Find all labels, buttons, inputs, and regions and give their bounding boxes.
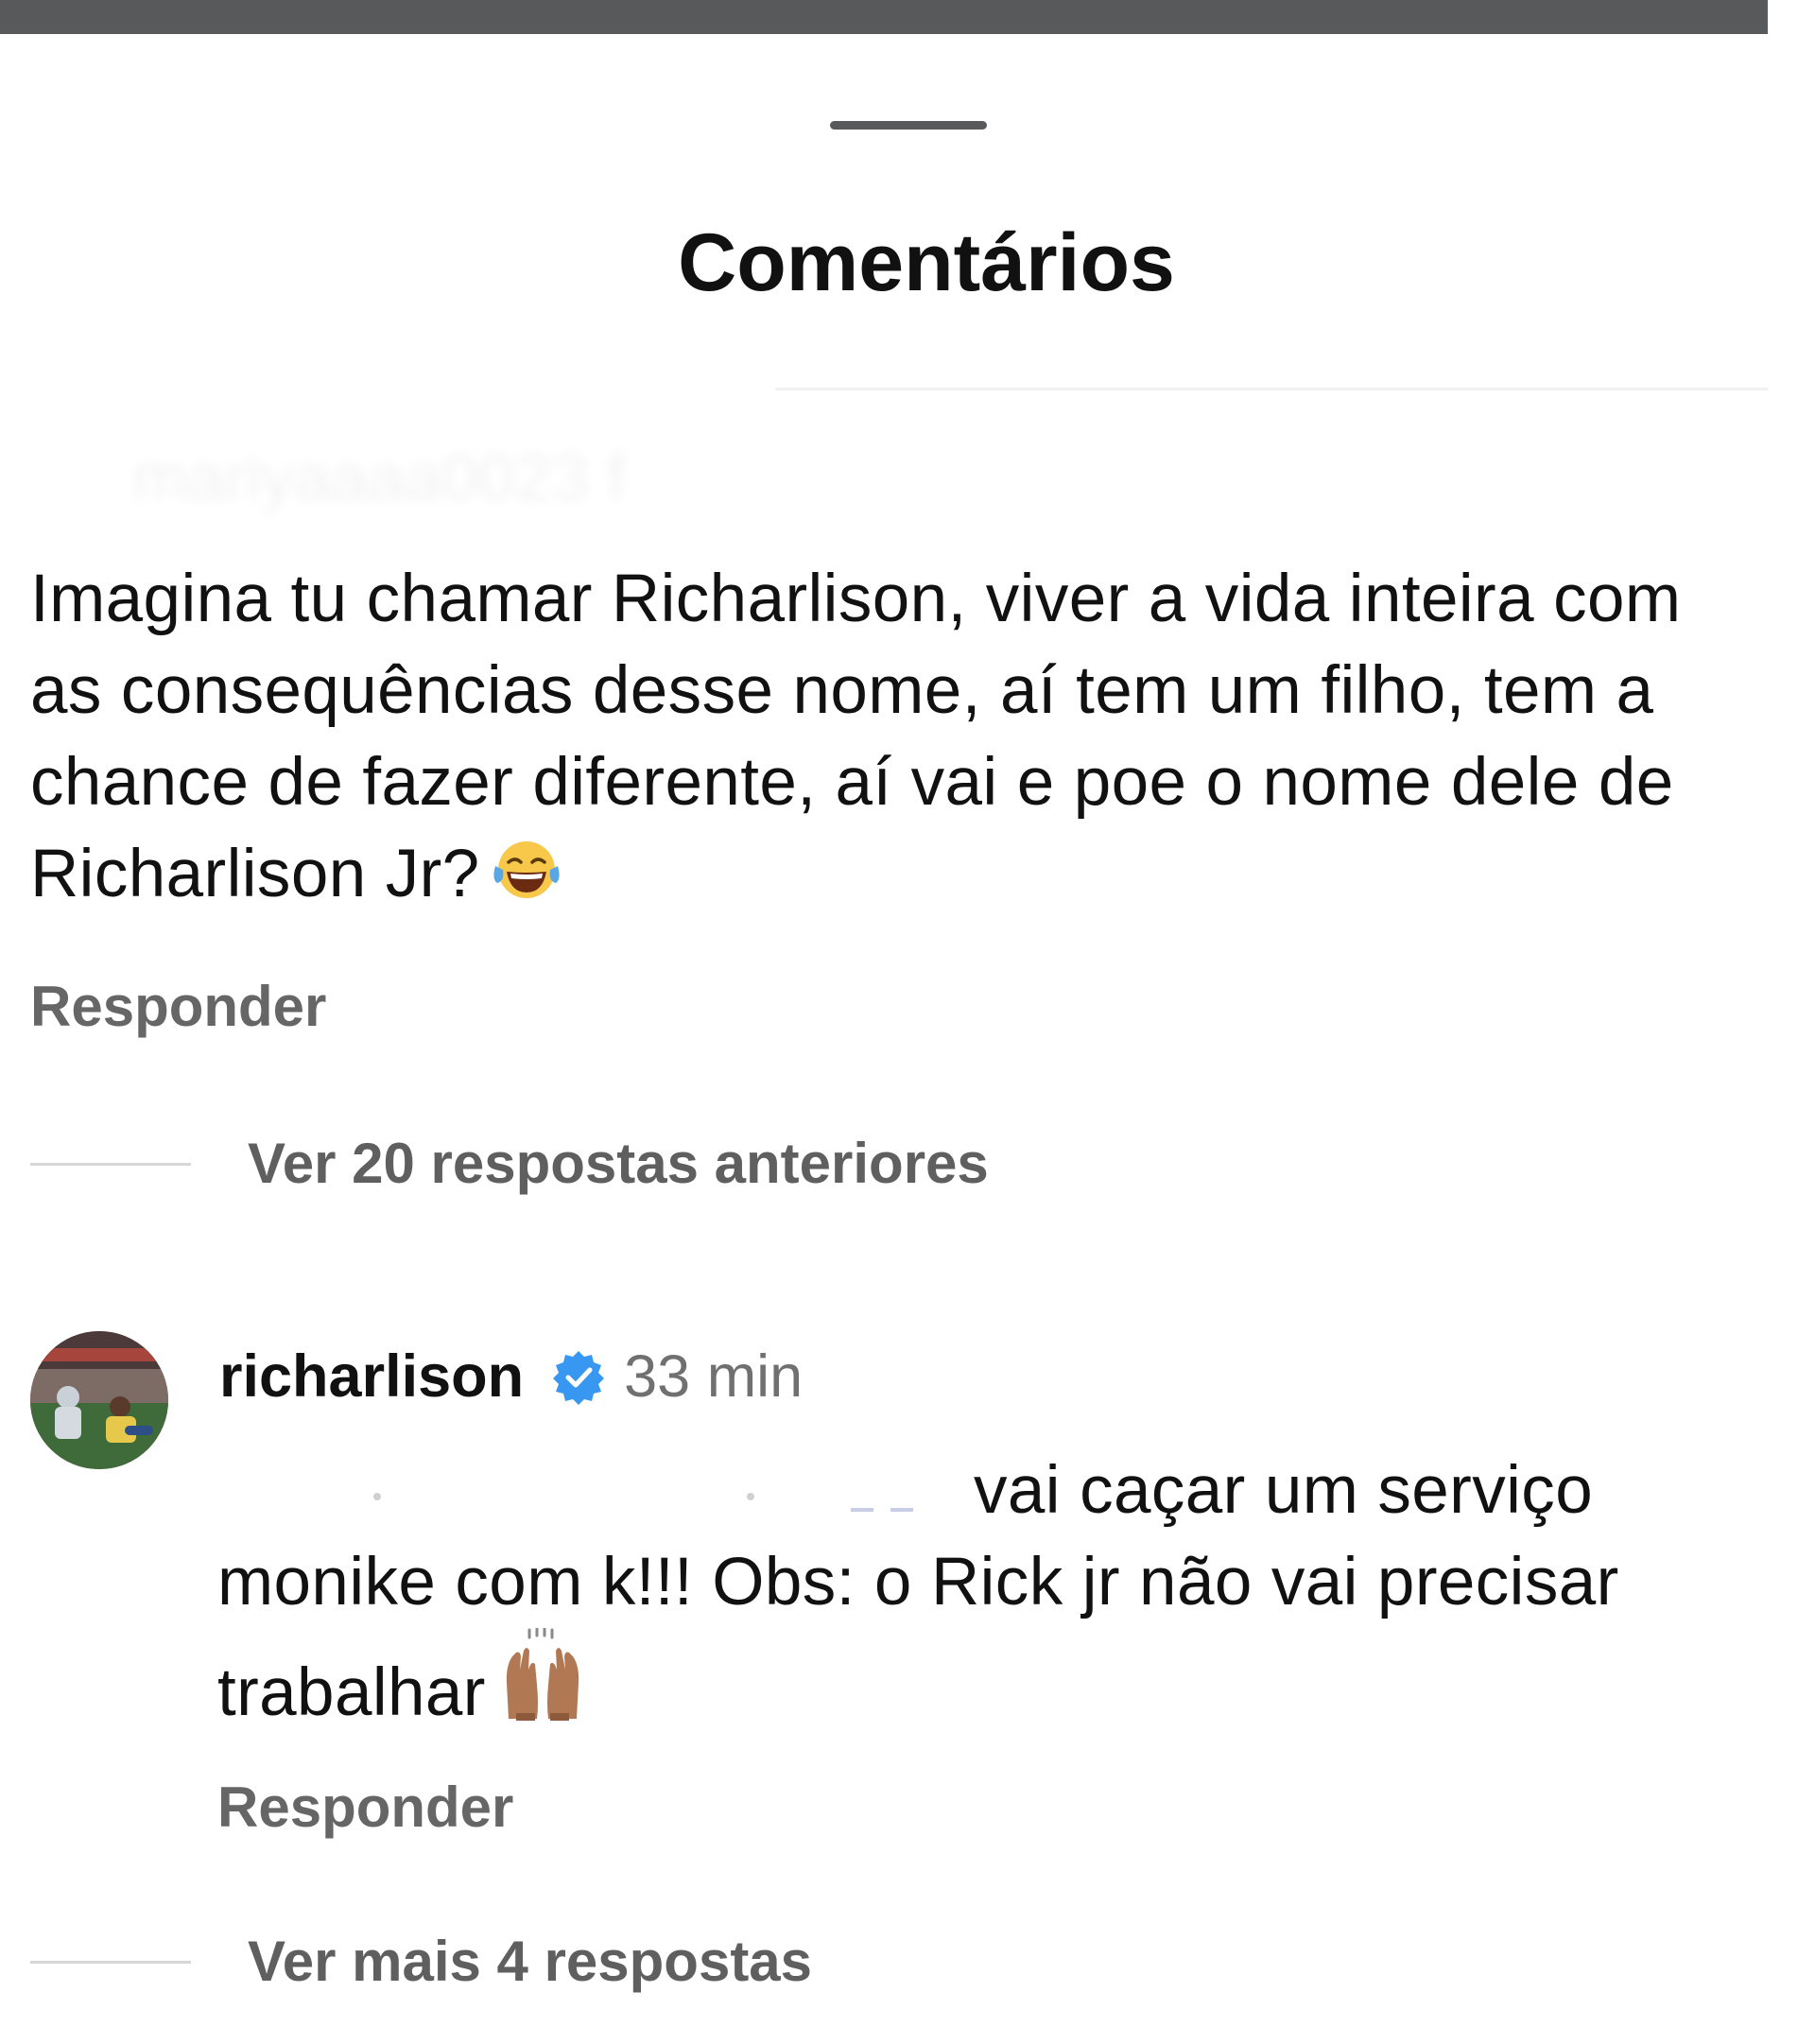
redaction-dot [373, 1493, 381, 1501]
tears-of-joy-emoji [490, 836, 563, 927]
reply-username[interactable]: richarlison [219, 1341, 524, 1412]
reply-body: vai caçar um serviço monike com k!!! Obs… [217, 1445, 1768, 1746]
redaction-dash [890, 1508, 913, 1513]
view-more-replies[interactable]: Ver mais 4 respostas [30, 1929, 812, 1995]
view-more-replies-label[interactable]: Ver mais 4 respostas [248, 1929, 812, 1995]
view-previous-replies-label[interactable]: Ver 20 respostas anteriores [248, 1131, 989, 1197]
header-divider [775, 388, 1768, 390]
view-previous-replies[interactable]: Ver 20 respostas anteriores [30, 1131, 989, 1197]
comment-reply-button[interactable]: Responder [30, 974, 326, 1040]
verified-badge-icon [550, 1348, 607, 1405]
replies-divider-line [30, 1162, 191, 1166]
reply-header: richarlison 33 min [219, 1341, 803, 1412]
reply-timestamp: 33 min [624, 1343, 804, 1410]
comment-text: Imagina tu chamar Richarlison, viver a v… [30, 562, 1682, 911]
comment-body: Imagina tu chamar Richarlison, viver a v… [30, 553, 1751, 927]
reply-reply-button[interactable]: Responder [217, 1775, 513, 1841]
redaction-dash [851, 1508, 873, 1513]
redaction-dot [747, 1493, 754, 1501]
comment-username[interactable]: mariyaaaa0023 f [132, 440, 625, 515]
sheet-title: Comentários [678, 217, 1175, 308]
raising-hands-emoji [495, 1626, 590, 1746]
avatar[interactable] [30, 1331, 168, 1469]
replies-divider-line [30, 1960, 191, 1964]
drag-handle[interactable] [830, 121, 987, 130]
redacted-mention [217, 1476, 945, 1514]
top-bar [0, 0, 1768, 34]
